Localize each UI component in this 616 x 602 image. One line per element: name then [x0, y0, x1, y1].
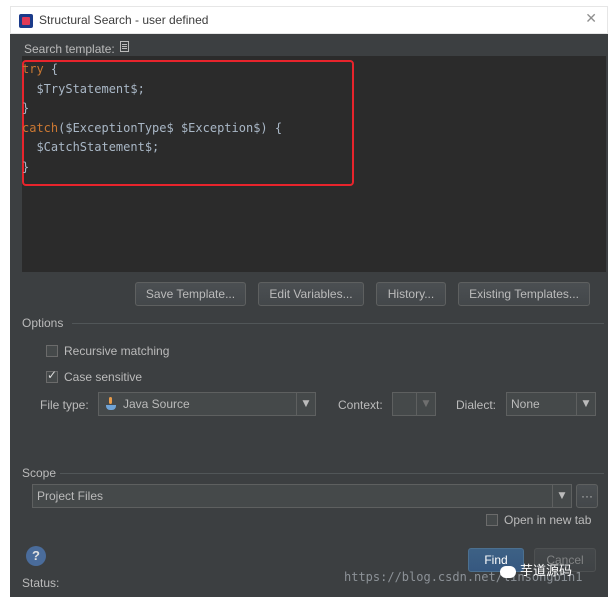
options-section-title: Options — [22, 316, 64, 330]
structural-search-dialog: Search template: try { $TryStatement$;} c… — [10, 34, 608, 597]
code-keyword: try — [22, 62, 44, 76]
wechat-watermark: 芋道源码 — [500, 560, 572, 579]
code-text: $TryStatement$; — [22, 81, 145, 96]
java-source-icon — [105, 397, 117, 411]
code-text: ($ExceptionType$ $Exception$) { — [58, 120, 283, 135]
open-new-tab-label: Open in new tab — [504, 513, 592, 527]
file-type-label: File type: — [40, 398, 89, 412]
history-button[interactable]: History... — [376, 282, 446, 306]
chevron-down-icon: ▼ — [416, 393, 435, 415]
wechat-icon — [500, 565, 516, 578]
case-sensitive-label: Case sensitive — [64, 370, 143, 384]
code-keyword: catch — [22, 120, 59, 135]
code-line: $CatchStatement$; — [22, 140, 159, 154]
options-divider — [72, 323, 604, 324]
context-label: Context: — [338, 398, 383, 412]
scope-divider — [60, 473, 604, 474]
code-text: } — [22, 159, 30, 174]
code-line: try { — [22, 62, 58, 76]
help-icon[interactable]: ? — [26, 546, 46, 566]
dialect-value: None — [511, 397, 540, 411]
code-line: } — [22, 101, 29, 115]
file-type-value: Java Source — [123, 397, 190, 411]
file-type-dropdown[interactable]: Java Source ▼ — [98, 392, 316, 416]
scope-value: Project Files — [37, 489, 104, 503]
chevron-down-icon: ▼ — [576, 393, 595, 415]
recursive-matching-label: Recursive matching — [64, 344, 170, 358]
context-dropdown[interactable]: ▼ — [392, 392, 436, 416]
recursive-matching-checkbox[interactable] — [46, 345, 58, 357]
document-icon[interactable] — [120, 41, 129, 52]
edit-variables-button[interactable]: Edit Variables... — [258, 282, 364, 306]
existing-templates-button[interactable]: Existing Templates... — [458, 282, 590, 306]
chevron-down-icon: ▼ — [552, 485, 571, 507]
code-line: $TryStatement$; — [22, 81, 145, 96]
dialect-dropdown[interactable]: None ▼ — [506, 392, 596, 416]
search-template-label: Search template: — [24, 42, 115, 56]
chevron-down-icon: ▼ — [296, 393, 315, 415]
intellij-app-icon — [19, 14, 33, 28]
window-titlebar: Structural Search - user defined ✕ — [10, 6, 608, 34]
case-sensitive-checkbox[interactable] — [46, 368, 58, 383]
open-new-tab-checkbox[interactable] — [486, 514, 498, 526]
window-title: Structural Search - user defined — [39, 13, 209, 27]
code-line: } — [22, 160, 29, 174]
scope-section-title: Scope — [22, 466, 57, 480]
scope-dropdown[interactable]: Project Files ▼ — [32, 484, 572, 508]
scope-more-button[interactable]: ··· — [576, 484, 598, 508]
dialect-label: Dialect: — [456, 398, 497, 412]
status-label: Status: — [22, 576, 60, 590]
code-text: { — [43, 62, 59, 76]
code-text: } — [22, 101, 30, 115]
save-template-button[interactable]: Save Template... — [135, 282, 246, 306]
code-line: catch($ExceptionType$ $Exception$) { — [22, 121, 282, 135]
code-text: $CatchStatement$; — [22, 140, 160, 154]
search-template-editor[interactable]: try { $TryStatement$;} catch($ExceptionTy… — [22, 56, 606, 272]
close-icon[interactable]: ✕ — [585, 11, 597, 27]
wechat-watermark-text: 芋道源码 — [520, 564, 573, 579]
